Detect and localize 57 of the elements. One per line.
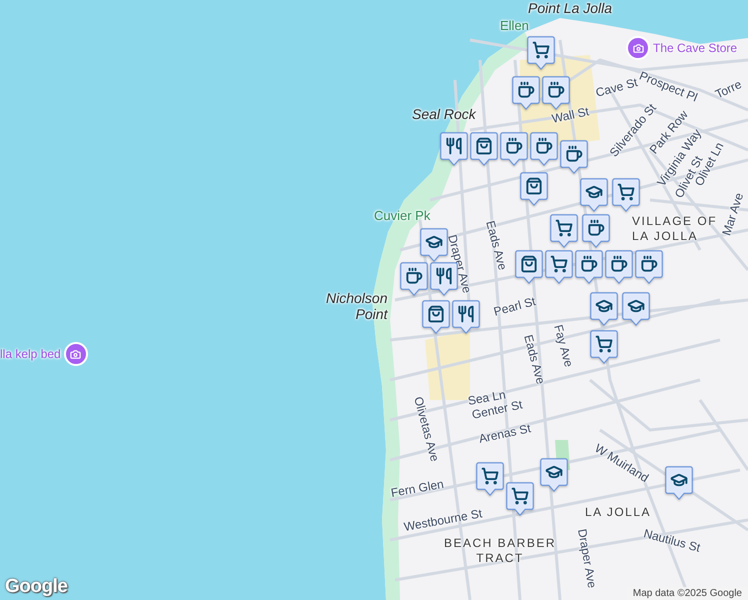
shopping-cart-icon (596, 336, 612, 352)
place-label: Cuvier Pk (374, 208, 430, 223)
street-label: Mar Ave (719, 191, 746, 238)
shopping-bag-icon (429, 306, 443, 322)
street-label: Westbourne St (402, 506, 484, 534)
google-logo: Google (5, 576, 68, 598)
place-label: Nicholson Point (326, 290, 388, 322)
street-label: Draper Ave (445, 233, 474, 295)
coffee-cup-icon (549, 82, 564, 97)
street-label: Pearl St (492, 294, 538, 319)
coffee-cup-icon (582, 256, 596, 271)
place-label: VILLAGE OF LA JOLLA (632, 214, 718, 244)
graduation-cap-icon (628, 300, 644, 312)
street-label: Olivetas Ave (411, 395, 442, 464)
shopping-bag-icon (522, 256, 536, 272)
graduation-cap-icon (546, 466, 562, 478)
place-label: Ellen (500, 18, 529, 33)
street-label: Arenas St (478, 421, 532, 446)
fork-knife-icon (459, 306, 473, 322)
street-label: Wall St (550, 104, 590, 126)
place-label: Seal Rock (412, 106, 476, 122)
shopping-cart-icon (556, 220, 572, 236)
shopping-cart-icon (552, 256, 566, 272)
coffee-cup-icon (589, 220, 604, 235)
coffee-cup-icon (642, 256, 656, 271)
shopping-cart-icon (534, 42, 548, 58)
coffee-cup-icon (612, 256, 626, 271)
poi-label[interactable]: lla kelp bed (0, 347, 61, 361)
graduation-cap-icon (586, 186, 602, 198)
street-label: Draper Ave (575, 528, 600, 590)
coffee-cup-icon (407, 268, 422, 283)
street-label: Eads Ave (483, 219, 510, 272)
street-label: Torre (713, 77, 744, 102)
coffee-cup-icon (519, 82, 534, 97)
coffee-cup-icon (507, 138, 522, 153)
fork-knife-icon (437, 268, 451, 284)
graduation-cap-icon (672, 474, 686, 486)
shopping-bag-icon (477, 138, 491, 154)
shopping-bag-icon (527, 178, 541, 194)
shopping-cart-icon (618, 184, 634, 200)
graduation-cap-icon (596, 300, 612, 312)
street-label: Nautilus St (642, 526, 702, 555)
shopping-cart-icon (512, 488, 528, 504)
street-label: Fay Ave (551, 323, 576, 368)
fork-knife-icon (447, 138, 461, 154)
coffee-cup-icon (567, 146, 582, 161)
street-label: Eads Ave (521, 333, 548, 386)
street-label: Cave St (594, 75, 640, 100)
place-label: LA JOLLA (585, 505, 652, 520)
camera-icon (64, 342, 88, 366)
graduation-cap-icon (426, 236, 442, 248)
place-label: Point La Jolla (528, 0, 612, 16)
shopping-cart-icon (482, 468, 498, 484)
street-label: Fern Glen (390, 476, 445, 500)
poi-label[interactable]: The Cave Store (653, 41, 738, 55)
coffee-cup-icon (537, 138, 552, 153)
place-label: BEACH BARBER TRACT (444, 536, 556, 566)
